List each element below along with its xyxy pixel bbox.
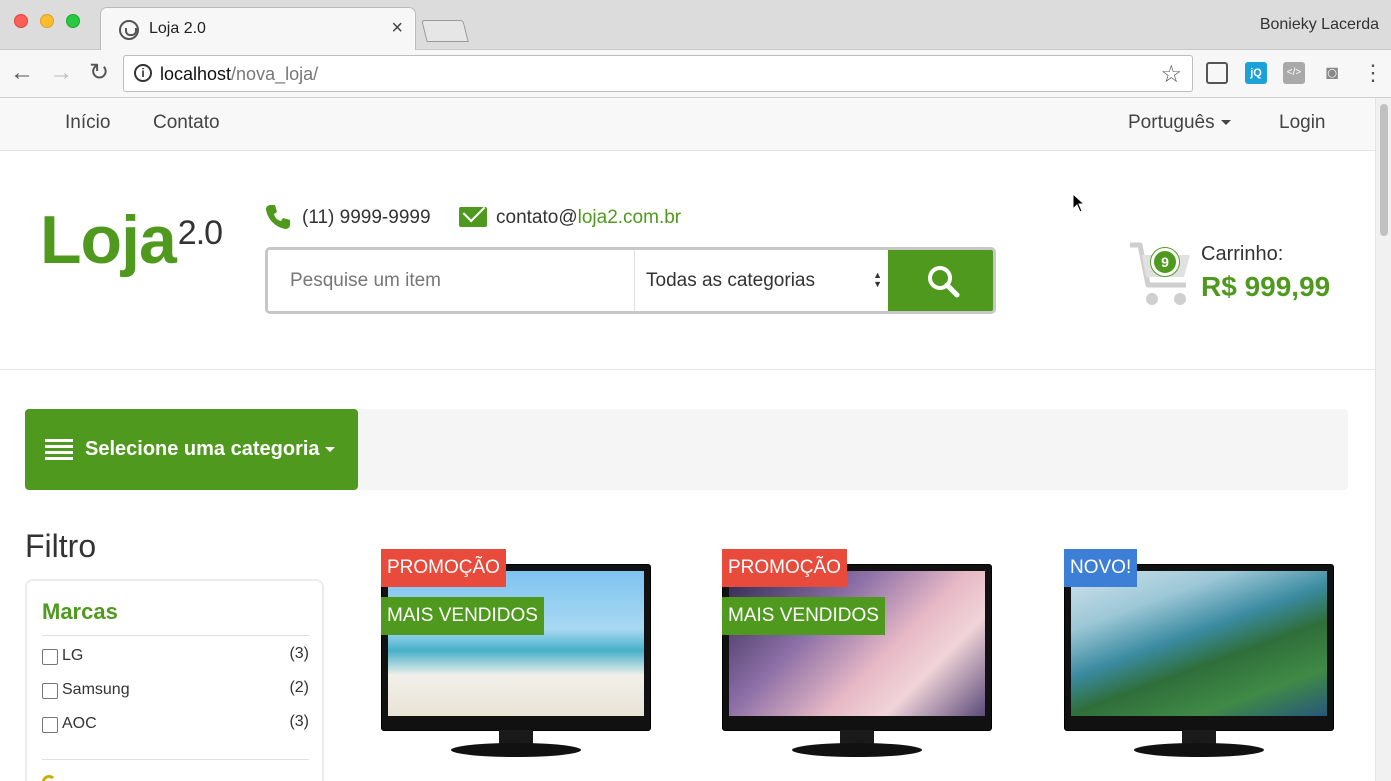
select-category-label: Selecione uma categoria	[85, 438, 320, 460]
select-arrows-icon: ▲ ▼	[873, 270, 882, 289]
tab-close-icon[interactable]: ×	[391, 17, 403, 40]
section-icon	[42, 775, 56, 781]
best-seller-tag: MAIS VENDIDOS	[722, 597, 885, 635]
bookmark-star-icon[interactable]: ☆	[1160, 60, 1182, 89]
monitor-base	[451, 743, 581, 757]
page-scrollbar[interactable]	[1375, 98, 1391, 781]
browser-menu-icon[interactable]: ⋮	[1362, 60, 1384, 86]
category-select-value: Todas as categorias	[646, 270, 815, 291]
url-host: localhost	[160, 64, 232, 84]
favicon-icon	[119, 20, 139, 40]
product-image[interactable]	[381, 564, 651, 731]
filter-title: Filtro	[25, 528, 97, 564]
monitor-base	[792, 743, 922, 757]
new-tab-button[interactable]	[421, 20, 469, 42]
site-header: Loja2.0 (11) 9999-9999 contato@loja2.com…	[0, 151, 1375, 370]
profile-name[interactable]: Bonieky Lacerda	[1260, 16, 1379, 34]
brand-checkbox[interactable]	[42, 649, 58, 665]
brand-filter-row[interactable]: LG (3)	[42, 645, 309, 669]
promo-tag: PROMOÇÃO	[381, 549, 506, 587]
language-label: Português	[1128, 112, 1215, 133]
brand-count: (3)	[289, 713, 309, 730]
best-seller-tag: MAIS VENDIDOS	[381, 597, 544, 635]
cart-label: Carrinho:	[1201, 243, 1284, 265]
cart-total[interactable]: R$ 999,99	[1201, 271, 1330, 303]
tab-title: Loja 2.0	[149, 20, 206, 37]
category-bar: Selecione uma categoria	[25, 409, 1348, 490]
browser-tab-active[interactable]: Loja 2.0 ×	[100, 7, 416, 50]
camera-extension-icon[interactable]: ◙	[1321, 62, 1343, 84]
nav-link-inicio[interactable]: Início	[65, 112, 110, 134]
maximize-window-button[interactable]	[66, 14, 80, 28]
brand-name: Samsung	[62, 681, 130, 698]
divider	[42, 635, 309, 636]
search-button[interactable]	[888, 250, 993, 311]
caret-down-icon	[325, 447, 335, 452]
search-input[interactable]	[268, 250, 634, 311]
minimize-window-button[interactable]	[40, 14, 54, 28]
close-window-button[interactable]	[14, 14, 28, 28]
cart-count-badge: 9	[1151, 248, 1179, 276]
info-icon[interactable]: i	[134, 64, 152, 82]
select-category-button[interactable]: Selecione uma categoria	[25, 409, 358, 490]
search-icon	[928, 266, 960, 298]
contact-email[interactable]: contato@loja2.com.br	[496, 207, 681, 229]
mail-icon	[459, 207, 487, 227]
mouse-cursor-icon	[1072, 193, 1084, 213]
brands-title: Marcas	[42, 599, 118, 624]
email-domain: loja2.com.br	[577, 207, 682, 228]
logo-version: 2.0	[177, 214, 223, 252]
product-card[interactable]: PROMOÇÃO MAIS VENDIDOS	[722, 549, 1002, 781]
product-card[interactable]: NOVO!	[1064, 549, 1344, 781]
forward-arrow-icon[interactable]: →	[48, 59, 74, 87]
product-image[interactable]	[722, 564, 992, 731]
product-card[interactable]: PROMOÇÃO MAIS VENDIDOS	[381, 549, 661, 781]
language-dropdown[interactable]: Português	[1128, 112, 1231, 134]
promo-tag: PROMOÇÃO	[722, 549, 847, 587]
jquery-extension-icon[interactable]: jQ	[1245, 62, 1267, 84]
url-text[interactable]: localhost/nova_loja/	[160, 64, 318, 85]
top-navigation: Início Contato Português Login	[0, 98, 1375, 151]
phone-number: (11) 9999-9999	[302, 207, 431, 228]
login-link[interactable]: Login	[1279, 112, 1326, 134]
logo-main: Loja	[40, 202, 177, 278]
caret-down-icon	[1220, 120, 1231, 126]
reload-icon[interactable]: ↻	[86, 59, 112, 87]
url-path: /nova_loja/	[231, 64, 319, 84]
search-form: Todas as categorias ▲▼	[265, 247, 996, 314]
brand-count: (2)	[289, 679, 309, 696]
site-logo[interactable]: Loja2.0	[40, 206, 223, 274]
phone-icon	[266, 205, 290, 229]
brand-checkbox[interactable]	[42, 717, 58, 733]
brand-name: AOC	[62, 715, 97, 732]
filter-panel: Marcas LG (3) Samsung (2) AOC (3)	[25, 579, 324, 781]
page-viewport: Início Contato Português Login Loja2.0 (…	[0, 98, 1391, 781]
code-extension-icon[interactable]: </>	[1283, 62, 1305, 84]
fullscreen-extension-icon[interactable]	[1206, 62, 1228, 84]
category-select[interactable]: Todas as categorias ▲ ▼	[634, 250, 888, 311]
brand-count: (3)	[289, 645, 309, 662]
brand-name: LG	[62, 647, 84, 664]
divider	[42, 759, 309, 760]
browser-toolbar: ← → ↻ i localhost/nova_loja/ ☆ jQ </> ◙ …	[0, 50, 1391, 98]
monitor-stand	[1182, 730, 1216, 744]
list-icon	[45, 439, 73, 461]
monitor-stand	[840, 730, 874, 744]
browser-tabstrip: Loja 2.0 × Bonieky Lacerda	[0, 0, 1391, 50]
address-bar[interactable]: i localhost/nova_loja/ ☆	[123, 55, 1193, 92]
brand-filter-row[interactable]: Samsung (2)	[42, 679, 309, 703]
product-image[interactable]	[1064, 564, 1334, 731]
email-user: contato@	[496, 207, 578, 228]
back-arrow-icon[interactable]: ←	[9, 59, 35, 87]
new-tag: NOVO!	[1064, 549, 1138, 587]
brand-checkbox[interactable]	[42, 683, 58, 699]
monitor-base	[1134, 743, 1264, 757]
monitor-stand	[499, 730, 533, 744]
brand-filter-row[interactable]: AOC (3)	[42, 713, 309, 737]
nav-link-contato[interactable]: Contato	[153, 112, 220, 134]
scrollbar-thumb[interactable]	[1380, 104, 1388, 236]
